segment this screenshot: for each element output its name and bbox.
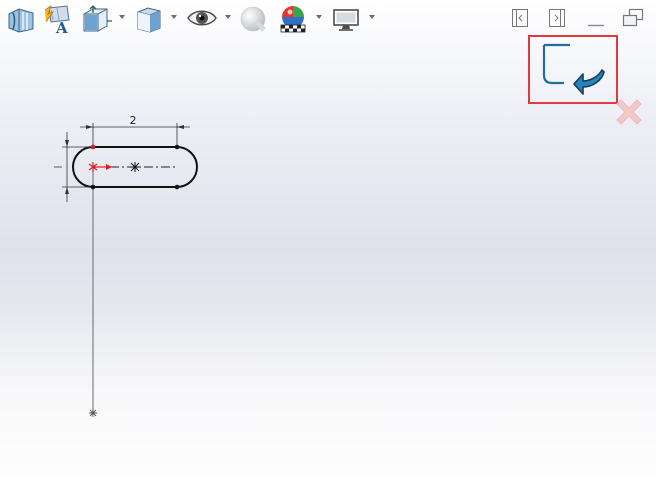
dimension-value[interactable]: 2 bbox=[130, 114, 137, 127]
slot-top-left-point[interactable] bbox=[90, 144, 96, 150]
sketch-origin-icon bbox=[88, 162, 112, 172]
horizontal-dimension[interactable]: 2 bbox=[80, 114, 190, 145]
slot-bottom-left-point[interactable] bbox=[90, 184, 96, 190]
slot-top-right-point[interactable] bbox=[174, 144, 180, 150]
sketch-area: 2 bbox=[54, 114, 198, 417]
line-endpoint-icon[interactable] bbox=[89, 409, 97, 417]
slot-bottom-right-point[interactable] bbox=[174, 184, 180, 190]
slot-center-point-icon[interactable] bbox=[130, 162, 140, 172]
